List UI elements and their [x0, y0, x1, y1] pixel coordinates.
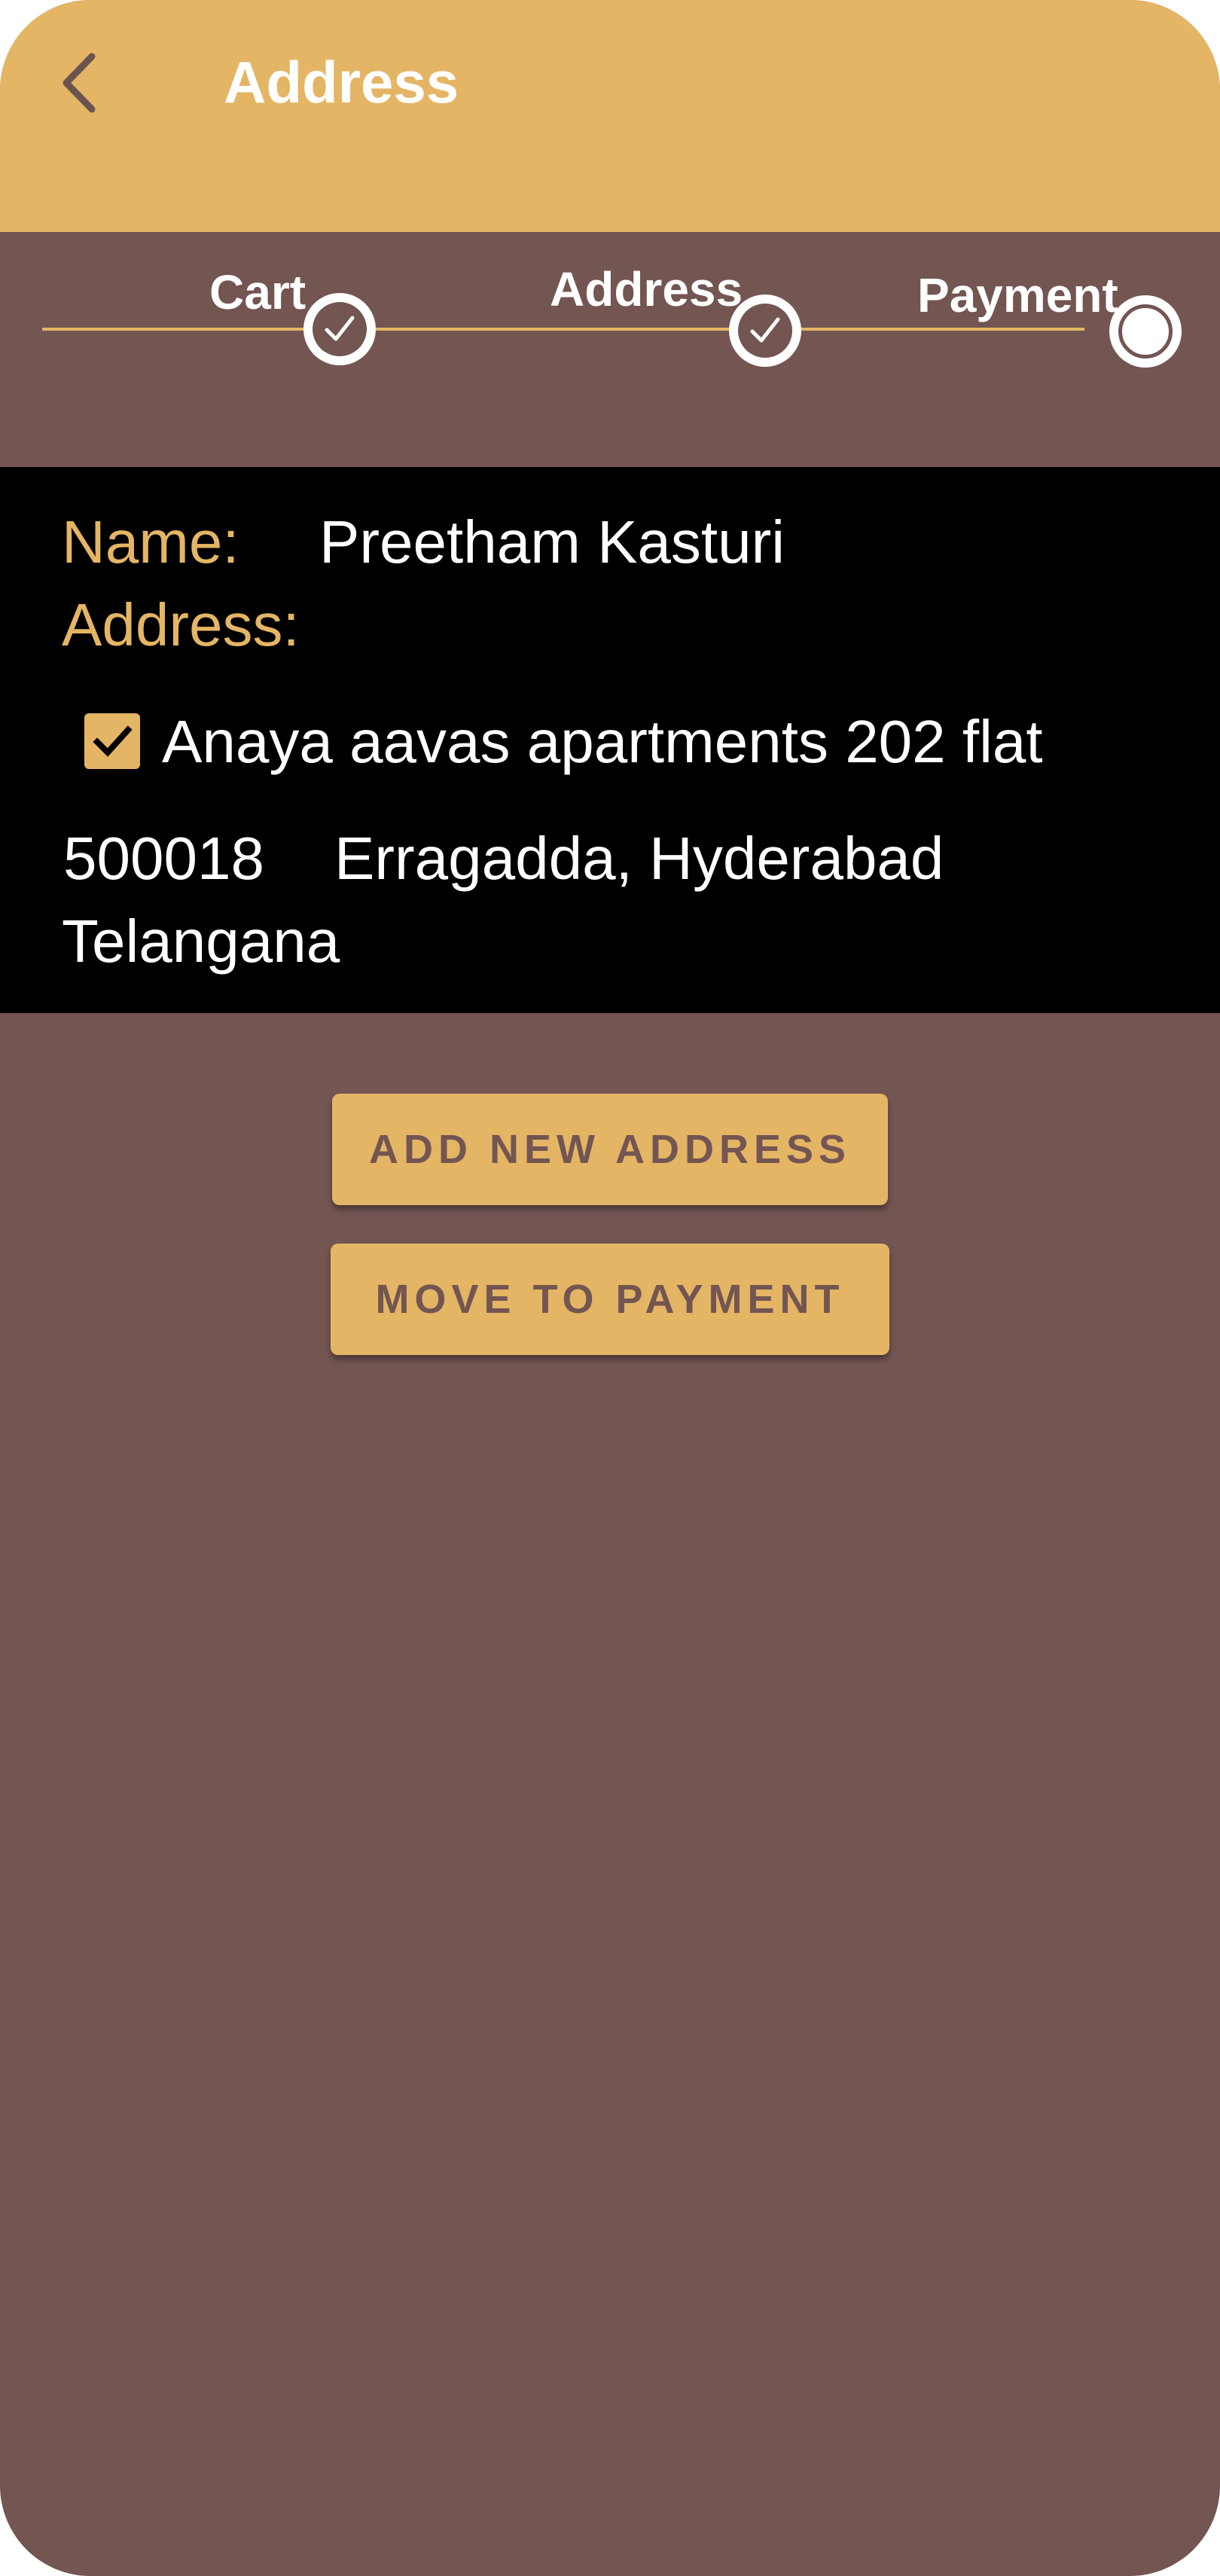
address-label: Address: — [62, 591, 300, 658]
step-label-payment: Payment — [917, 268, 1118, 322]
step-cart-check — [303, 293, 376, 365]
check-icon — [325, 316, 355, 341]
check-icon — [93, 725, 133, 757]
city: Erragadda, Hyderabad — [334, 825, 944, 892]
pincode: 500018 — [63, 825, 264, 892]
move-to-payment-button[interactable]: MOVE TO PAYMENT — [331, 1244, 889, 1355]
add-new-address-button[interactable]: ADD NEW ADDRESS — [332, 1094, 888, 1205]
stepper-line — [42, 328, 1084, 331]
step-address-check — [729, 295, 801, 367]
app-bar: Address — [0, 0, 1220, 232]
step-payment-pending — [1109, 295, 1182, 368]
address-line: Anaya aavas apartments 202 flat — [162, 708, 1043, 775]
chevron-left-icon — [63, 53, 96, 113]
name-label: Name: — [62, 508, 239, 575]
empty-circle-icon — [1118, 304, 1173, 359]
state: Telangana — [62, 908, 340, 975]
back-button[interactable] — [38, 41, 120, 124]
page-title: Address — [224, 49, 459, 115]
check-icon — [750, 317, 780, 343]
checkout-stepper: Cart Address Payment — [0, 232, 1220, 467]
step-label-address: Address — [550, 262, 743, 316]
step-label-cart: Cart — [209, 265, 307, 319]
address-screen: Address Cart Address Payment Name: Preet… — [0, 0, 1220, 2576]
address-checkbox[interactable] — [84, 713, 140, 769]
name-value: Preetham Kasturi — [319, 508, 785, 575]
address-card[interactable]: Name: Preetham Kasturi Address: Anaya aa… — [0, 467, 1220, 1013]
